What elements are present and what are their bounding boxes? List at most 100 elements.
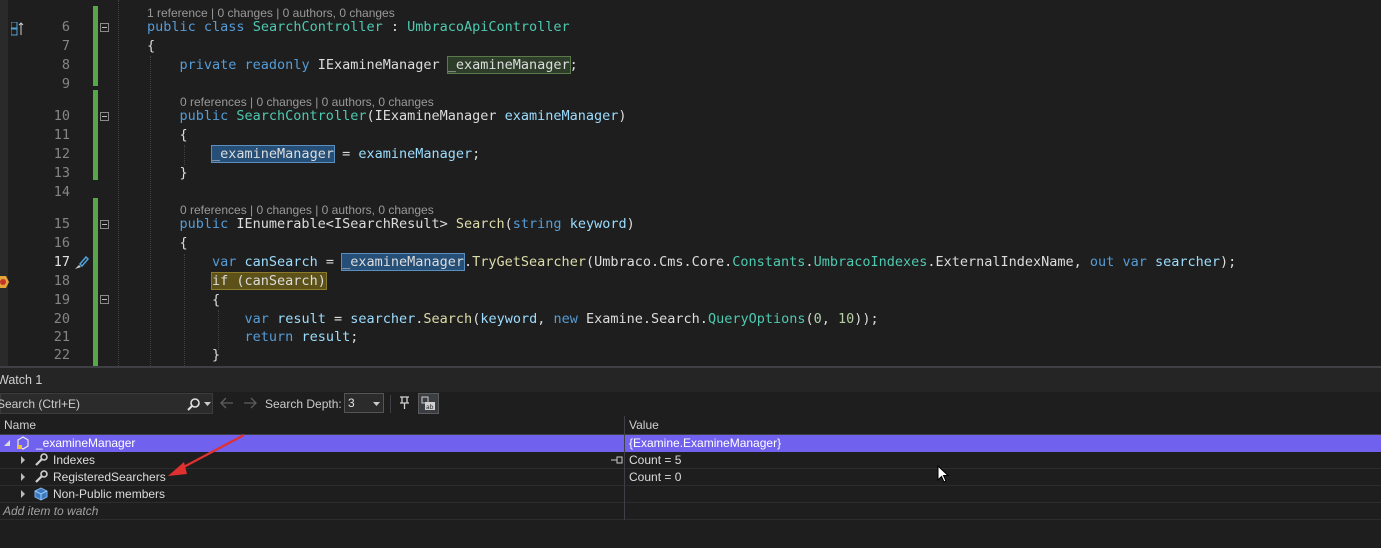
code-line[interactable]: 11 { <box>0 126 1381 145</box>
search-depth-select[interactable]: 3 <box>344 393 384 413</box>
add-item-to-watch[interactable]: Add item to watch <box>3 504 98 518</box>
code-text[interactable]: { <box>147 291 220 310</box>
code-line[interactable]: 9 <box>0 75 1381 94</box>
watch-title-bar[interactable]: Watch 1 <box>0 366 1381 392</box>
code-line[interactable]: 15 public IEnumerable<ISearchResult> Sea… <box>0 215 1381 234</box>
code-token: _examineManager <box>211 145 335 163</box>
code-token: out <box>1089 254 1123 270</box>
code-line[interactable]: 19 { <box>0 291 1381 310</box>
code-text[interactable]: { <box>147 37 155 56</box>
code-line[interactable]: 18 if (canSearch) <box>0 272 1381 291</box>
code-token: ; <box>350 329 359 345</box>
code-token: canSearch <box>244 254 318 270</box>
code-token: { <box>147 127 188 143</box>
toolbar-separator <box>390 395 391 413</box>
code-text[interactable]: { <box>147 126 188 145</box>
code-token: ; <box>472 146 481 162</box>
code-line[interactable]: 14 <box>0 183 1381 202</box>
code-line[interactable]: 22 } <box>0 346 1381 365</box>
watch-item-value[interactable]: {Examine.ExamineManager} <box>629 436 781 450</box>
code-text[interactable]: public IEnumerable<ISearchResult> Search… <box>147 215 635 234</box>
search-icon[interactable] <box>187 397 201 411</box>
chevron-down-icon[interactable] <box>204 402 211 407</box>
code-line[interactable]: 7{ <box>0 37 1381 56</box>
code-text[interactable]: var canSearch = _examineManager.TryGetSe… <box>147 253 1236 272</box>
code-line[interactable]: 16 { <box>0 234 1381 253</box>
code-token: IEnumerable<ISearchResult> <box>236 216 456 232</box>
code-line[interactable]: 8 private readonly IExamineManager _exam… <box>0 56 1381 75</box>
code-token: 10 <box>838 311 855 327</box>
code-text[interactable]: public SearchController(IExamineManager … <box>147 107 627 126</box>
line-number: 16 <box>53 235 70 251</box>
code-text[interactable]: } <box>147 164 188 183</box>
search-input[interactable]: Search (Ctrl+E) <box>0 393 213 414</box>
quick-actions-brush-icon[interactable] <box>72 254 90 272</box>
code-text[interactable]: public class SearchController : UmbracoA… <box>147 18 570 37</box>
watch-title: Watch 1 <box>0 373 43 387</box>
code-token: ); <box>1219 254 1237 270</box>
wrench-icon <box>35 470 48 483</box>
column-value-header[interactable]: Value <box>629 418 659 432</box>
line-number: 15 <box>53 216 70 232</box>
pin-icon[interactable] <box>397 395 413 411</box>
line-number: 18 <box>53 273 70 289</box>
view-pin-icon[interactable] <box>611 456 623 464</box>
code-line[interactable]: 10 public SearchController(IExamineManag… <box>0 107 1381 126</box>
code-token: } <box>147 165 188 181</box>
forward-arrow-icon[interactable] <box>243 397 257 409</box>
code-token: { <box>147 292 221 308</box>
add-item-row[interactable]: Add item to watch <box>0 503 1381 520</box>
code-token: Search <box>423 311 473 327</box>
expand-arrow-icon[interactable] <box>21 473 25 481</box>
hex-display-button[interactable]: ab <box>418 393 439 414</box>
code-text[interactable]: private readonly IExamineManager _examin… <box>147 56 578 75</box>
code-text[interactable]: if (canSearch) <box>147 272 327 291</box>
code-text[interactable]: _examineManager = examineManager; <box>147 145 480 164</box>
line-number: 11 <box>53 127 70 143</box>
object-icon <box>17 436 29 450</box>
code-token: , <box>537 311 554 327</box>
code-token: ; <box>569 57 578 73</box>
line-number: 22 <box>53 347 70 363</box>
collapse-arrow-icon[interactable] <box>4 440 10 446</box>
column-divider[interactable] <box>624 416 625 520</box>
code-token: var <box>212 254 245 270</box>
code-line[interactable]: 12 _examineManager = examineManager; <box>0 145 1381 164</box>
line-number: 14 <box>53 184 70 200</box>
code-line[interactable]: 17 var canSearch = _examineManager.TryGe… <box>0 253 1381 272</box>
code-line[interactable]: 21 return result; <box>0 328 1381 347</box>
watch-item-name: RegisteredSearchers <box>53 470 166 484</box>
code-line[interactable]: 13 } <box>0 164 1381 183</box>
code-text[interactable]: var result = searcher.Search(keyword, ne… <box>147 310 879 329</box>
watch-item-name: _examineManager <box>36 436 136 450</box>
line-number: 21 <box>53 329 70 345</box>
back-arrow-icon[interactable] <box>220 397 234 409</box>
code-token: TryGetSearcher <box>472 254 586 270</box>
code-line[interactable]: 6 public class SearchController : Umbraco… <box>0 18 1381 37</box>
code-line[interactable]: 20 var result = searcher.Search(keyword,… <box>0 310 1381 329</box>
code-token: ) <box>626 216 635 232</box>
wrench-icon <box>35 453 48 466</box>
cube-icon <box>34 487 48 501</box>
code-text[interactable]: { <box>147 234 188 253</box>
code-token: readonly <box>244 57 318 73</box>
code-token: . <box>805 254 814 270</box>
code-token: result <box>277 311 326 327</box>
code-token: Constants <box>732 254 806 270</box>
code-token: public <box>147 19 204 35</box>
watch-item-value[interactable]: Count = 0 <box>629 470 681 484</box>
code-token: . <box>464 254 473 270</box>
watch-row-non-public-members[interactable]: Non-Public members <box>0 486 1381 503</box>
code-token: ) <box>618 108 627 124</box>
expand-arrow-icon[interactable] <box>21 456 25 464</box>
column-name-header[interactable]: Name <box>4 418 36 432</box>
code-text[interactable]: return result; <box>147 328 359 347</box>
code-editor[interactable]: 1 reference | 0 changes | 0 authors, 0 c… <box>0 0 1381 366</box>
code-token: { <box>147 38 156 54</box>
code-text[interactable]: } <box>147 346 220 365</box>
line-number: 6 <box>61 19 70 35</box>
watch-item-value[interactable]: Count = 5 <box>629 453 681 467</box>
expand-arrow-icon[interactable] <box>21 490 25 498</box>
